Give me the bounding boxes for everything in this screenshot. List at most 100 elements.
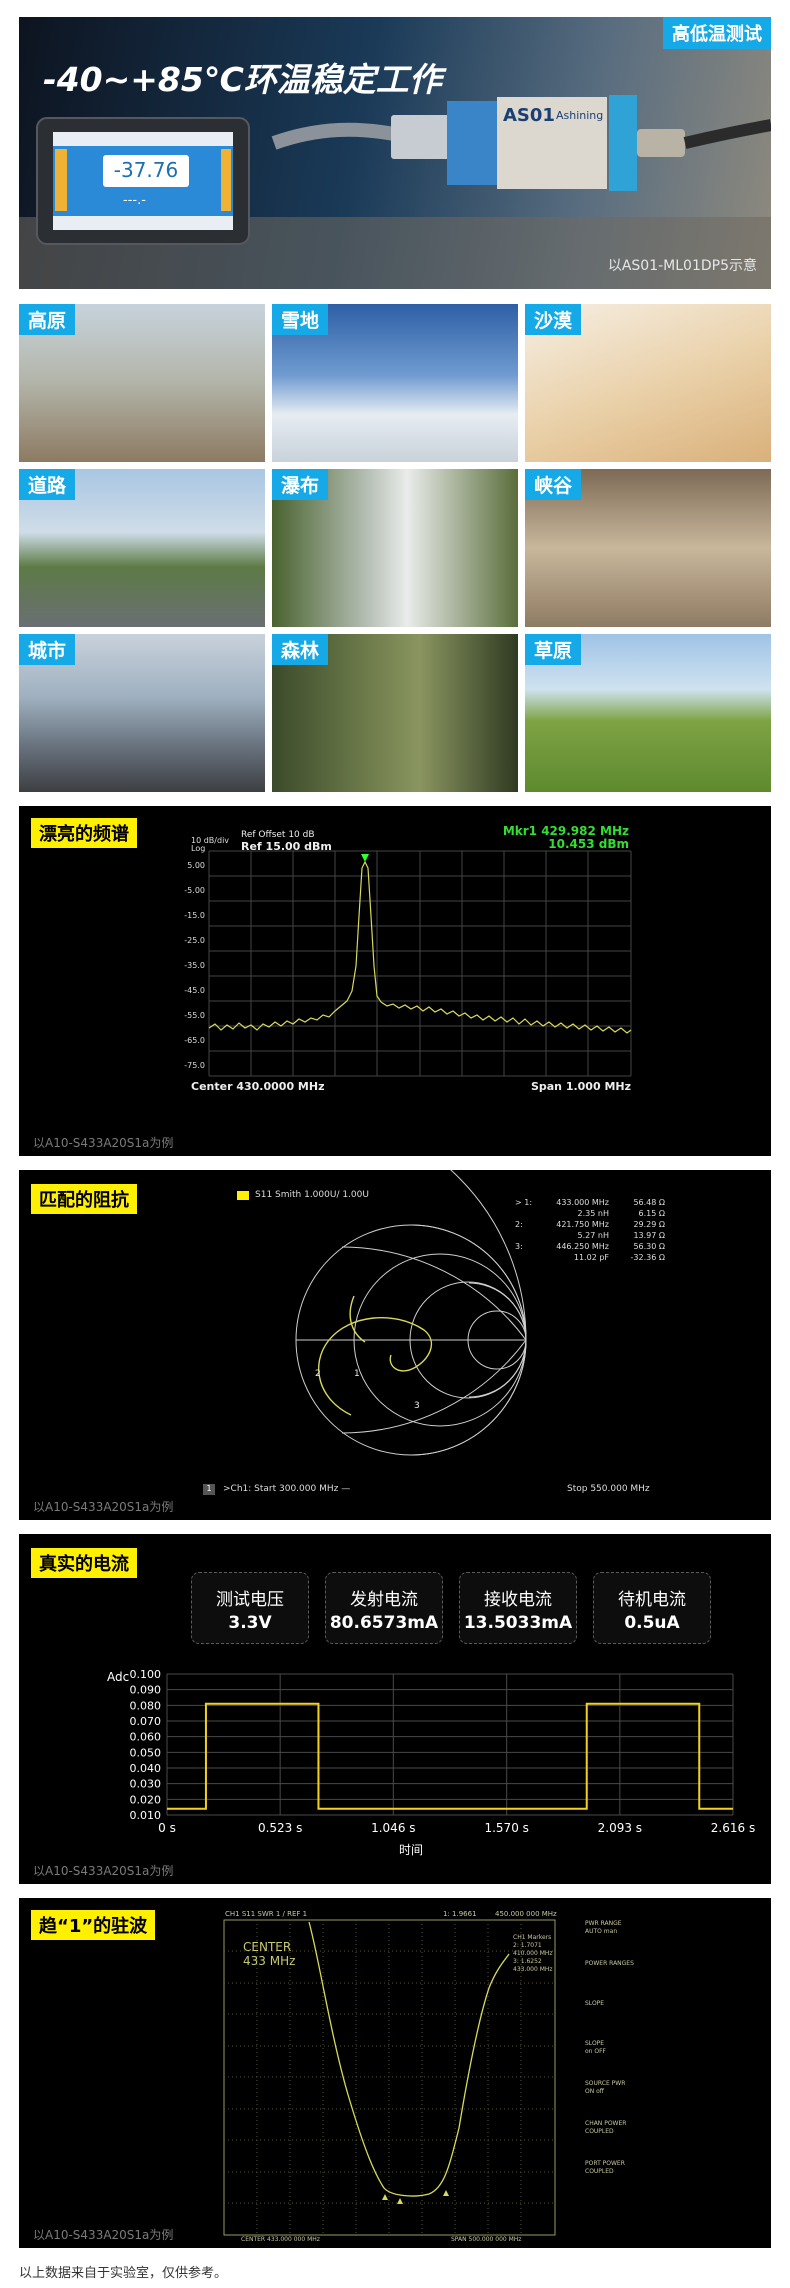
svg-text:2: 2	[315, 1369, 321, 1379]
spectrum-plot	[208, 850, 632, 1077]
vswr-header-left: CH1 S11 SWR 1 / REF 1	[225, 1910, 308, 1918]
current-y-tick: 0.030	[130, 1778, 162, 1791]
env-tag-canyon: 峡谷	[525, 469, 582, 500]
current-y-tick: 0.070	[130, 1715, 162, 1728]
vswr-header-right: 450.000 000 MHz	[495, 1910, 557, 1918]
spectrum-center: Center 430.0000 MHz	[191, 1080, 325, 1093]
spectrum-ref-offset: Ref Offset 10 dB	[241, 830, 315, 840]
vswr-center-label: CENTER	[243, 1940, 292, 1954]
current-x-tick: 2.093 s	[598, 1821, 642, 1835]
spectrum-tick-7: -55.0	[184, 1011, 205, 1020]
smith-marker-freq: 11.02 pF	[573, 1253, 609, 1262]
spectrum-caption: 以A10-S433A20S1a为例	[33, 1136, 174, 1150]
softkey-title: SLOPE	[585, 2000, 605, 2007]
spectrum-tick-6: -45.0	[184, 986, 205, 995]
env-tag-grassland: 草原	[525, 634, 582, 665]
softkey-title: CHAN POWER	[585, 2120, 627, 2127]
softkey-title: SLOPE	[585, 2040, 605, 2047]
smith-marker-row: 2.35 nH 6.15 Ω	[515, 1209, 755, 1220]
smith-marker-id	[515, 1231, 543, 1242]
softkey-power-ranges[interactable]: POWER RANGES	[585, 1960, 665, 2000]
smith-marker-id: 2:	[515, 1220, 523, 1229]
device-readout: -37.76	[103, 155, 189, 187]
current-panel: 真实的电流 测试电压 3.3V 发射电流 80.6573mA 接收电流 13.5033…	[19, 1534, 771, 1884]
softkey-slope[interactable]: SLOPE	[585, 2000, 665, 2040]
current-x-tick: 0.523 s	[258, 1821, 302, 1835]
current-x-tick: 1.570 s	[484, 1821, 528, 1835]
smith-marker-row: 3: 446.250 MHz 56.30 Ω	[515, 1242, 755, 1253]
vswr-header-mid: 1: 1.9661	[443, 1910, 477, 1918]
device-display-sub: ---.-	[123, 193, 146, 208]
current-y-tick: 0.050	[130, 1746, 162, 1759]
vswr-caption: 以A10-S433A20S1a为例	[33, 2228, 174, 2242]
vswr-bottom-left: CENTER 433.000 000 MHz	[241, 2236, 320, 2243]
current-y-tick: 0.080	[130, 1699, 162, 1712]
current-x-tick: 0 s	[158, 1821, 176, 1835]
module-label: AS01	[503, 105, 555, 126]
smith-marker-val: 13.97 Ω	[633, 1231, 665, 1240]
spectrum-log: Log	[191, 844, 206, 853]
smith-legend: S11 Smith 1.000U/ 1.00U	[255, 1190, 369, 1200]
smith-marker-id	[515, 1209, 543, 1220]
env-photo-grassland: 草原	[525, 634, 771, 792]
spectrum-tick-8: -65.0	[184, 1036, 205, 1045]
smith-marker-val: 56.48 Ω	[633, 1198, 665, 1207]
product-page: -37.76 ---.- AS01 Ashining -40~+85℃环温稳定工…	[0, 0, 790, 2288]
smith-marker-table: > 1: 433.000 MHz 56.48 Ω 2.35 nH 6.15 Ω 2: 4…	[515, 1198, 755, 1264]
env-photo-canyon: 峡谷	[525, 469, 771, 627]
softkey-port-power[interactable]: PORT POWER COUPLED	[585, 2160, 665, 2200]
env-photo-road: 道路	[19, 469, 265, 627]
smith-marker-freq: 2.35 nH	[577, 1209, 609, 1218]
softkey-slope-toggle[interactable]: SLOPE on OFF	[585, 2040, 665, 2080]
softkey-pwr-range[interactable]: PWR RANGE AUTO man	[585, 1920, 665, 1960]
smith-marker-freq: 5.27 nH	[577, 1231, 609, 1240]
spectrum-panel: 漂亮的频谱 5.00 -5.00 -15.0 -25.0 -35.0 -45.0…	[19, 806, 771, 1156]
current-caption: 以A10-S433A20S1a为例	[33, 1864, 174, 1878]
softkey-title: POWER RANGES	[585, 1960, 634, 1967]
softkey-value: COUPLED	[585, 2128, 614, 2135]
device-display-value: -37.76	[113, 158, 179, 182]
env-photo-city: 城市	[19, 634, 265, 792]
svg-text:1: 1	[354, 1369, 360, 1379]
spectrum-span: Span 1.000 MHz	[530, 1080, 631, 1093]
spectrum-marker: Mkr1 429.982 MHz	[502, 824, 629, 838]
softkey-value: ON off	[585, 2088, 604, 2095]
smith-marker-id: > 1:	[515, 1198, 533, 1207]
smith-marker-freq: 421.750 MHz	[556, 1220, 609, 1229]
env-photo-waterfall: 瀑布	[272, 469, 518, 627]
spectrum-tick-5: -35.0	[184, 961, 205, 970]
vswr-marker-list: 2: 1.7071 410.000 MHz 3: 1.6252 433.000 …	[513, 1942, 553, 1974]
banner-title: -40~+85℃环温稳定工作	[43, 60, 442, 99]
spectrum-tick-4: -25.0	[184, 936, 205, 945]
current-series-line	[167, 1702, 733, 1810]
softkey-chan-power[interactable]: CHAN POWER COUPLED	[585, 2120, 665, 2160]
env-photo-forest: 森林	[272, 634, 518, 792]
spectrum-tick-3: -15.0	[184, 911, 205, 920]
smith-stop: Stop 550.000 MHz	[567, 1484, 650, 1494]
env-photo-snow: 雪地	[272, 304, 518, 462]
current-y-tick: 0.060	[130, 1731, 162, 1744]
spectrum-tick-2: -5.00	[184, 886, 205, 895]
module-brand: Ashining	[556, 109, 604, 122]
spectrum-tick-9: -75.0	[184, 1061, 205, 1070]
current-y-tick: 0.010	[130, 1809, 162, 1822]
spectrum-tick-1: 5.00	[187, 861, 205, 870]
env-photo-desert: 沙漠	[525, 304, 771, 462]
impedance-panel: 匹配的阻抗 2 1 3 S11 Smith 1.000U/ 1.00U > 1:…	[19, 1170, 771, 1520]
vswr-marker-line: 410.000 MHz	[513, 1950, 553, 1957]
softkey-title: PORT POWER	[585, 2160, 625, 2167]
smith-marker-val: 56.30 Ω	[633, 1242, 665, 1251]
vswr-softkeys: PWR RANGE AUTO man POWER RANGES SLOPE SLO…	[585, 1920, 665, 2200]
env-tag-waterfall: 瀑布	[272, 469, 329, 500]
smith-marker-freq: 446.250 MHz	[556, 1242, 609, 1251]
env-tag-city: 城市	[19, 634, 76, 665]
vswr-center-freq: 433 MHz	[243, 1954, 296, 1968]
high-low-temp-tag: 高低温测试	[663, 17, 771, 49]
smith-start: >Ch1: Start 300.000 MHz —	[223, 1484, 351, 1494]
softkey-source-pwr[interactable]: SOURCE PWR ON off	[585, 2080, 665, 2120]
softkey-value: AUTO man	[585, 1928, 618, 1935]
env-tag-snow: 雪地	[272, 304, 329, 335]
smith-marker-val: 29.29 Ω	[633, 1220, 665, 1229]
smith-marker-val: 6.15 Ω	[638, 1209, 665, 1218]
vswr-panel: 趋“1”的驻波 CH1 S11 SWR 1 / REF 1 1: 1.9661 …	[19, 1898, 771, 2248]
